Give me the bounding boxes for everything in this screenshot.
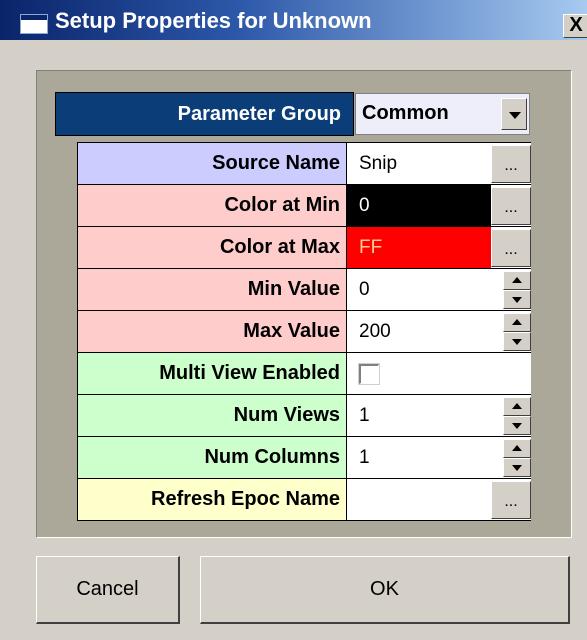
spin-down-icon[interactable] (503, 290, 531, 309)
parameter-group-dropdown[interactable]: Common (355, 93, 530, 135)
property-value: FF (359, 237, 383, 258)
multi-view-checkbox[interactable] (358, 363, 380, 385)
property-label: Num Columns (78, 437, 347, 479)
property-value: 1 (359, 447, 370, 468)
spinner (503, 439, 531, 477)
num-columns-field[interactable]: 1 (347, 437, 531, 479)
parameter-group-label: Parameter Group (55, 92, 354, 136)
ok-button[interactable]: OK (200, 556, 570, 624)
ellipsis-button[interactable]: ... (491, 481, 531, 519)
property-label: Refresh Epoc Name (78, 479, 347, 521)
close-button[interactable]: X (563, 14, 587, 38)
spinner (503, 397, 531, 435)
color-at-min-field[interactable]: 0... (347, 185, 531, 227)
property-row-color-at-max: Color at Max FF... (78, 227, 531, 269)
property-row-num-views: Num Views 1 (78, 395, 531, 437)
property-label: Source Name (78, 143, 347, 185)
parameter-group-value: Common (362, 102, 449, 124)
num-views-field[interactable]: 1 (347, 395, 531, 437)
property-label: Max Value (78, 311, 347, 353)
cancel-button[interactable]: Cancel (36, 556, 180, 624)
title-bar[interactable]: Setup Properties for Unknown (0, 0, 587, 40)
spinner (503, 271, 531, 309)
property-value: 0 (359, 279, 370, 300)
property-label: Num Views (78, 395, 347, 437)
max-value-field[interactable]: 200 (347, 311, 531, 353)
spin-up-icon[interactable] (503, 271, 531, 290)
spin-down-icon[interactable] (503, 458, 531, 477)
ellipsis-button[interactable]: ... (491, 187, 531, 225)
color-at-max-field[interactable]: FF... (347, 227, 531, 269)
property-row-refresh-epoc-name: Refresh Epoc Name... (78, 479, 531, 521)
property-row-num-columns: Num Columns 1 (78, 437, 531, 479)
property-label: Multi View Enabled (78, 353, 347, 395)
min-value-field[interactable]: 0 (347, 269, 531, 311)
property-value: 200 (359, 321, 391, 342)
property-row-color-at-min: Color at Min 0... (78, 185, 531, 227)
spinner (503, 313, 531, 351)
property-row-multi-view-enabled: Multi View Enabled (78, 353, 531, 395)
property-row-max-value: Max Value 200 (78, 311, 531, 353)
spin-down-icon[interactable] (503, 332, 531, 351)
chevron-down-icon[interactable] (501, 98, 527, 130)
ellipsis-button[interactable]: ... (491, 229, 531, 267)
ellipsis-button[interactable]: ... (491, 145, 531, 183)
property-grid: Source Name Snip... Color at Min 0... Color … (77, 142, 531, 521)
spin-up-icon[interactable] (503, 397, 531, 416)
property-label: Min Value (78, 269, 347, 311)
value-background (347, 479, 491, 520)
source-name-field[interactable]: Snip... (347, 143, 531, 185)
multi-view-enabled-field[interactable] (347, 353, 531, 395)
property-value: 0 (359, 195, 370, 216)
property-row-source-name: Source Name Snip... (78, 143, 531, 185)
refresh-epoc-name-field[interactable]: ... (347, 479, 531, 521)
property-label: Color at Min (78, 185, 347, 227)
spin-up-icon[interactable] (503, 439, 531, 458)
window-icon (20, 14, 48, 34)
window-title: Setup Properties for Unknown (55, 8, 372, 33)
spin-up-icon[interactable] (503, 313, 531, 332)
property-row-min-value: Min Value 0 (78, 269, 531, 311)
property-label: Color at Max (78, 227, 347, 269)
property-value: Snip (359, 153, 398, 174)
property-value: 1 (359, 405, 370, 426)
spin-down-icon[interactable] (503, 416, 531, 435)
